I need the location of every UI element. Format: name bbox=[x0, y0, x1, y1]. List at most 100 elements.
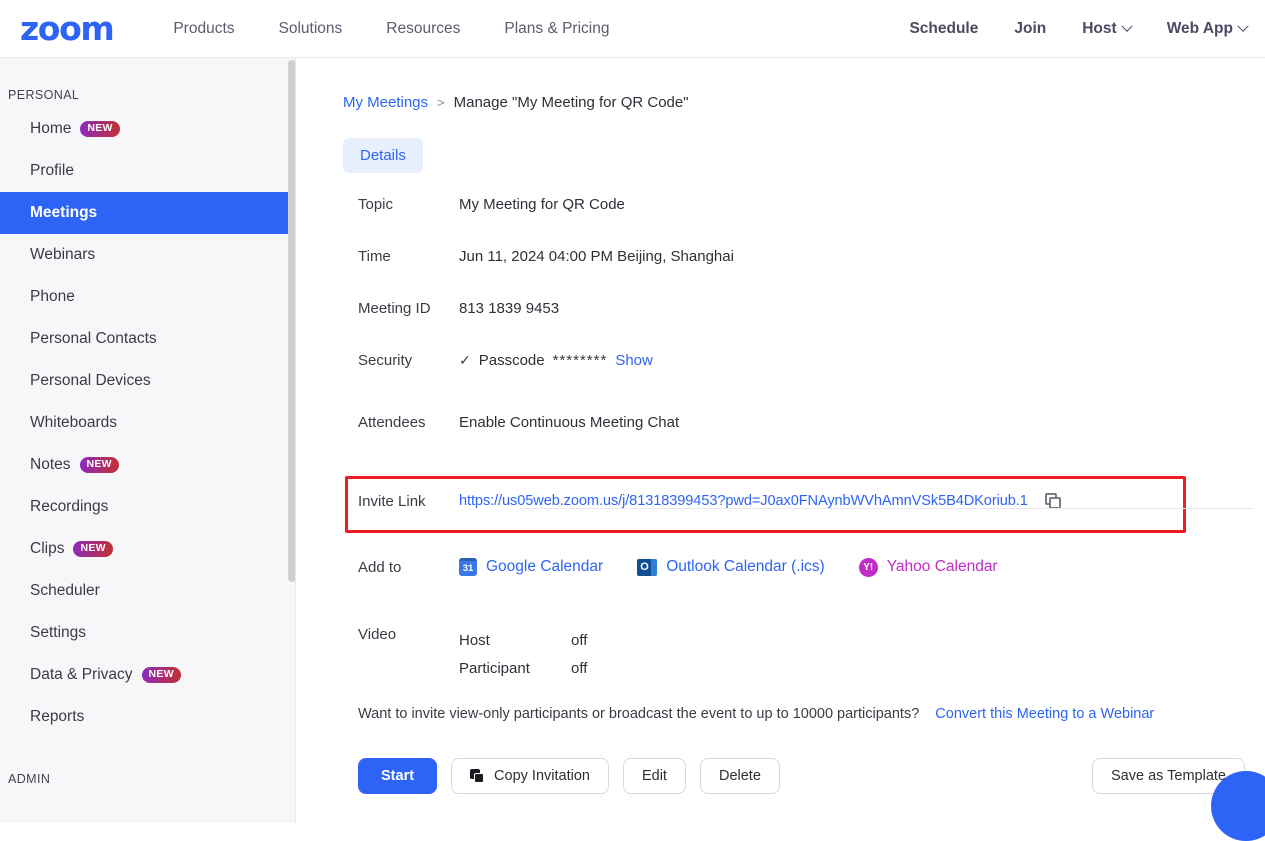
copy-invitation-label: Copy Invitation bbox=[494, 768, 590, 784]
nav-item-resources[interactable]: Resources bbox=[386, 20, 460, 38]
sidebar-item-home[interactable]: Home NEW bbox=[0, 108, 295, 150]
sidebar-item-label: Whiteboards bbox=[30, 414, 118, 431]
sidebar: PERSONAL Home NEW Profile Meetings Webin… bbox=[0, 58, 296, 823]
tab-details[interactable]: Details bbox=[343, 138, 423, 173]
copy-icon bbox=[470, 768, 485, 784]
sidebar-item-label: Profile bbox=[30, 162, 74, 179]
sidebar-item-personal-devices[interactable]: Personal Devices bbox=[0, 360, 295, 402]
sidebar-item-clips[interactable]: Clips NEW bbox=[0, 528, 295, 570]
breadcrumb-link-my-meetings[interactable]: My Meetings bbox=[343, 94, 428, 111]
nav-item-schedule-label: Schedule bbox=[909, 20, 979, 37]
top-header: zoom Products Solutions Resources Plans … bbox=[0, 0, 1265, 58]
add-to-google-calendar[interactable]: 31 Google Calendar bbox=[459, 558, 603, 576]
new-badge: NEW bbox=[79, 457, 119, 473]
sidebar-item-label: Meetings bbox=[30, 204, 98, 221]
nav-item-web-app[interactable]: Web App bbox=[1167, 20, 1249, 38]
sidebar-item-label: Reports bbox=[30, 708, 85, 725]
add-to-outlook-calendar[interactable]: O Outlook Calendar (.ics) bbox=[637, 558, 825, 576]
video-participant-state: off bbox=[571, 659, 588, 677]
show-passcode-link[interactable]: Show bbox=[615, 352, 653, 369]
yahoo-calendar-label: Yahoo Calendar bbox=[886, 558, 998, 575]
sidebar-item-webinars[interactable]: Webinars bbox=[0, 234, 295, 276]
breadcrumb-current: Manage "My Meeting for QR Code" bbox=[453, 94, 689, 111]
nav-item-products[interactable]: Products bbox=[173, 20, 234, 38]
delete-button[interactable]: Delete bbox=[699, 758, 780, 794]
video-host-state: off bbox=[571, 631, 588, 649]
breadcrumb-separator-icon: > bbox=[437, 95, 445, 110]
detail-row-add-to: Add to 31 Google Calendar O Outlook Cale… bbox=[297, 533, 1265, 601]
time-value: Jun 11, 2024 04:00 PM Beijing, Shanghai bbox=[459, 248, 734, 265]
webinar-upsell-text: Want to invite view-only participants or… bbox=[358, 706, 920, 722]
account-nav: Schedule Join Host Web App bbox=[909, 0, 1249, 58]
security-label: Security bbox=[358, 352, 413, 369]
nav-item-host-label: Host bbox=[1082, 20, 1117, 37]
time-label: Time bbox=[358, 248, 391, 265]
video-participant-label: Participant bbox=[459, 659, 530, 677]
nav-item-solutions[interactable]: Solutions bbox=[279, 20, 343, 38]
video-row-host: Host off bbox=[459, 626, 587, 654]
attendees-label: Attendees bbox=[358, 414, 426, 431]
nav-item-plans-pricing[interactable]: Plans & Pricing bbox=[504, 20, 609, 38]
invite-link-section: Invite Link https://us05web.zoom.us/j/81… bbox=[297, 469, 1265, 533]
attendees-value: Enable Continuous Meeting Chat bbox=[459, 414, 680, 431]
detail-row-video: Video Host off Participant off bbox=[297, 626, 1265, 682]
sidebar-item-meetings[interactable]: Meetings bbox=[0, 192, 295, 234]
sidebar-item-label: Data & Privacy bbox=[30, 666, 133, 683]
detail-row-security: Security ✓ Passcode ******** Show bbox=[297, 352, 1265, 414]
video-host-label: Host bbox=[459, 631, 490, 649]
video-settings: Host off Participant off bbox=[459, 626, 587, 682]
section-divider bbox=[520, 508, 1253, 509]
new-badge: NEW bbox=[141, 667, 181, 683]
sidebar-item-personal-contacts[interactable]: Personal Contacts bbox=[0, 318, 295, 360]
sidebar-item-label: Webinars bbox=[30, 246, 96, 263]
yahoo-calendar-icon: Y! bbox=[858, 557, 878, 577]
nav-item-schedule[interactable]: Schedule bbox=[909, 20, 978, 38]
support-chat-bubble[interactable] bbox=[1211, 771, 1265, 841]
sidebar-item-label: Clips bbox=[30, 540, 65, 557]
new-badge: NEW bbox=[73, 541, 113, 557]
convert-to-webinar-link[interactable]: Convert this Meeting to a Webinar bbox=[935, 706, 1154, 722]
security-passcode-group: ✓ Passcode ******** Show bbox=[459, 352, 653, 369]
nav-item-host[interactable]: Host bbox=[1082, 20, 1133, 38]
meeting-id-label: Meeting ID bbox=[358, 300, 431, 317]
detail-row-meeting-id: Meeting ID 813 1839 9453 bbox=[297, 300, 1265, 352]
invite-link-url[interactable]: https://us05web.zoom.us/j/81318399453?pw… bbox=[459, 493, 1028, 509]
topic-value: My Meeting for QR Code bbox=[459, 196, 625, 213]
detail-row-invite-link: Invite Link https://us05web.zoom.us/j/81… bbox=[297, 469, 1265, 533]
sidebar-item-label: Notes bbox=[30, 456, 71, 473]
zoom-logo[interactable]: zoom bbox=[20, 12, 115, 45]
sidebar-item-label: Settings bbox=[30, 624, 87, 641]
add-to-yahoo-calendar[interactable]: Y! Yahoo Calendar bbox=[858, 557, 998, 577]
sidebar-item-label: Phone bbox=[30, 288, 75, 305]
sidebar-item-phone[interactable]: Phone bbox=[0, 276, 295, 318]
sidebar-item-notes[interactable]: Notes NEW bbox=[0, 444, 295, 486]
start-button[interactable]: Start bbox=[358, 758, 438, 794]
outlook-calendar-label: Outlook Calendar (.ics) bbox=[666, 558, 825, 575]
sidebar-item-settings[interactable]: Settings bbox=[0, 612, 295, 654]
chevron-down-icon bbox=[1121, 20, 1133, 32]
new-badge: NEW bbox=[80, 121, 120, 137]
sidebar-item-profile[interactable]: Profile bbox=[0, 150, 295, 192]
webinar-upsell-note: Want to invite view-only participants or… bbox=[358, 706, 1154, 722]
sidebar-item-reports[interactable]: Reports bbox=[0, 696, 295, 738]
sidebar-item-recordings[interactable]: Recordings bbox=[0, 486, 295, 528]
google-calendar-label: Google Calendar bbox=[486, 558, 604, 575]
video-label: Video bbox=[358, 626, 397, 643]
copy-invitation-button[interactable]: Copy Invitation bbox=[451, 758, 609, 794]
detail-row-time: Time Jun 11, 2024 04:00 PM Beijing, Shan… bbox=[297, 248, 1265, 300]
edit-button[interactable]: Edit bbox=[622, 758, 686, 794]
action-button-row: Start Copy Invitation Edit Delete bbox=[358, 758, 780, 794]
detail-row-attendees: Attendees Enable Continuous Meeting Chat bbox=[297, 414, 1265, 469]
sidebar-item-scheduler[interactable]: Scheduler bbox=[0, 570, 295, 612]
detail-row-topic: Topic My Meeting for QR Code bbox=[297, 196, 1265, 248]
sidebar-item-label: Personal Contacts bbox=[30, 330, 157, 347]
sidebar-item-label: Home bbox=[30, 120, 72, 137]
sidebar-item-whiteboards[interactable]: Whiteboards bbox=[0, 402, 295, 444]
sidebar-item-data-privacy[interactable]: Data & Privacy NEW bbox=[0, 654, 295, 696]
sidebar-scrollbar[interactable] bbox=[288, 60, 295, 582]
sidebar-item-label: Personal Devices bbox=[30, 372, 151, 389]
primary-nav: Products Solutions Resources Plans & Pri… bbox=[173, 20, 609, 38]
video-row-participant: Participant off bbox=[459, 654, 587, 682]
nav-item-join[interactable]: Join bbox=[1014, 20, 1046, 38]
nav-item-join-label: Join bbox=[1014, 20, 1047, 37]
